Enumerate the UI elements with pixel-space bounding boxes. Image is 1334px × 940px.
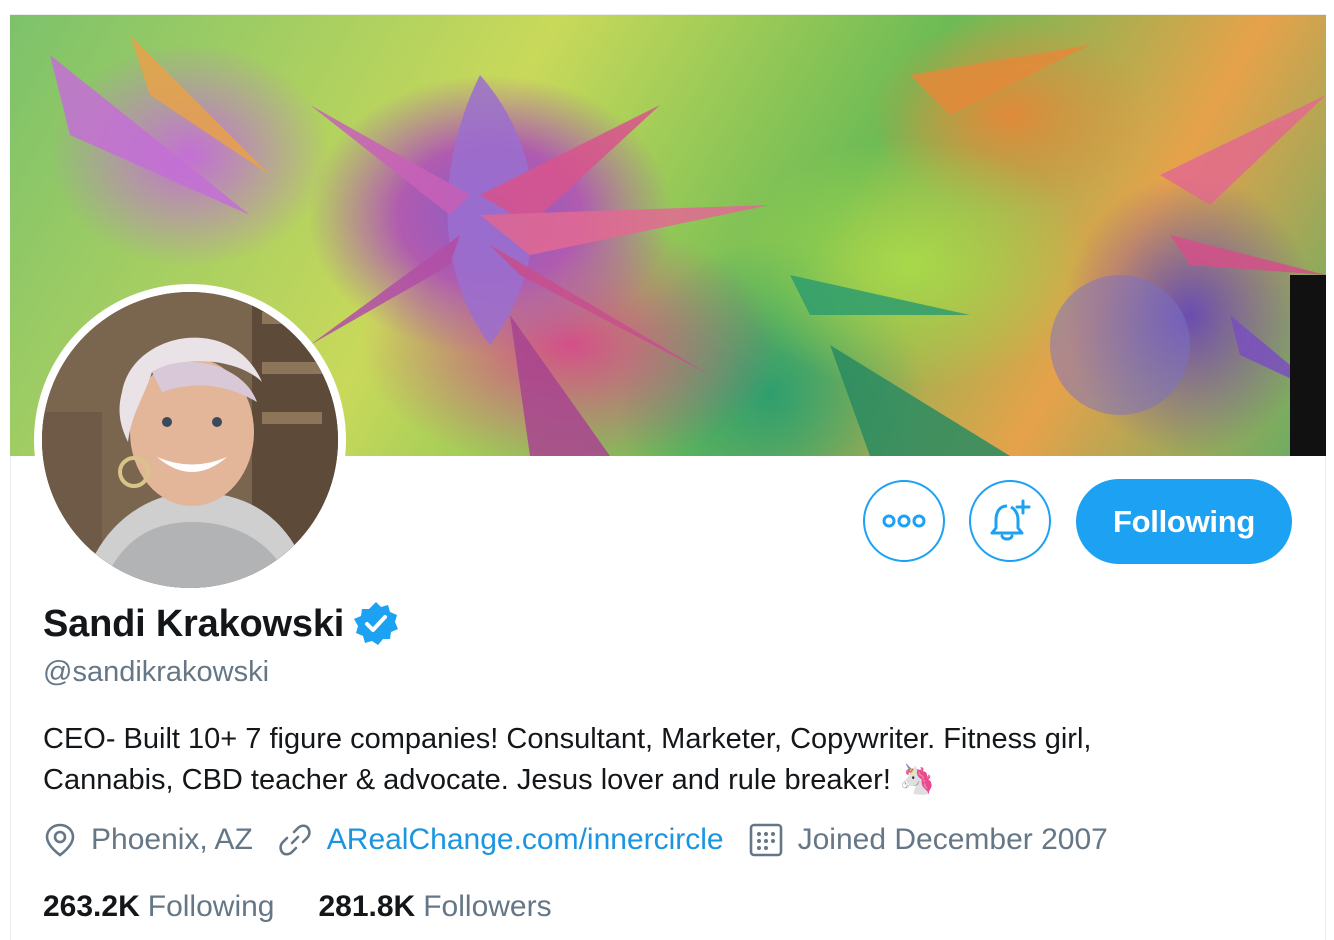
notifications-button[interactable] <box>969 480 1051 562</box>
avatar-photo <box>42 292 338 588</box>
website-link[interactable]: ARealChange.com/innercircle <box>327 823 724 857</box>
followers-count: 281.8K <box>318 890 416 923</box>
joined-item: Joined December 2007 <box>748 822 1108 858</box>
bio-line-2-text: Cannabis, CBD teacher & advocate. Jesus … <box>43 764 891 796</box>
bio-line-2: Cannabis, CBD teacher & advocate. Jesus … <box>43 760 1243 801</box>
unicorn-emoji: 🦄 <box>898 764 936 796</box>
profile-bio: CEO- Built 10+ 7 figure companies! Consu… <box>43 719 1243 801</box>
following-button[interactable]: Following <box>1076 479 1292 564</box>
profile-name: Sandi Krakowski <box>43 602 345 645</box>
website-item[interactable]: ARealChange.com/innercircle <box>277 822 724 858</box>
link-icon <box>279 824 311 856</box>
bio-line-1: CEO- Built 10+ 7 figure companies! Consu… <box>43 723 1092 755</box>
following-label: Following <box>147 890 275 923</box>
joined-text: Joined December 2007 <box>797 823 1108 856</box>
following-count: 263.2K <box>43 890 140 923</box>
avatar-illustration <box>42 292 338 588</box>
bell-plus-icon <box>990 499 1031 541</box>
profile-name-row: Sandi Krakowski <box>43 600 400 648</box>
profile-avatar[interactable] <box>34 284 346 596</box>
followers-label: Followers <box>423 890 552 923</box>
location-item: Phoenix, AZ <box>43 822 253 858</box>
following-stat[interactable]: 263.2K Following <box>43 890 274 924</box>
profile-stats: 263.2K Following 281.8K Followers <box>43 890 552 924</box>
location-pin-icon <box>45 823 75 857</box>
calendar-icon <box>749 823 782 857</box>
profile-handle: @sandikrakowski <box>43 656 270 688</box>
more-icon <box>882 514 926 528</box>
location-text: Phoenix, AZ <box>91 823 253 856</box>
more-options-button[interactable] <box>863 480 945 562</box>
verified-badge-icon <box>354 602 399 645</box>
followers-stat[interactable]: 281.8K Followers <box>318 890 551 924</box>
profile-meta: Phoenix, AZ ARealChange.com/innercircle … <box>43 822 1108 858</box>
